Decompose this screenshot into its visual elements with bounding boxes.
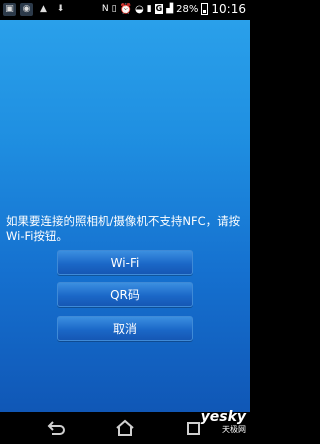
watermark-logo: yesky 天极网 [200,409,246,435]
nfc-icon: N [101,4,109,14]
clock: 10:16 [211,2,246,16]
back-icon[interactable] [44,417,68,439]
watermark-brand: yesky [200,409,246,425]
wifi-icon: ◒ [134,3,144,15]
status-bar: ▣ ◉ ▲ ⬇ N ▯ ⏰ ◒ ▮ G ▟ 28% 10:16 [0,0,250,20]
qr-code-button[interactable]: QR码 [57,282,193,307]
signal-icon: ▟ [166,4,174,14]
cancel-button[interactable]: 取消 [57,316,193,341]
android-icon: ▲ [40,4,47,14]
notification-icons: ▣ ◉ ▲ ⬇ [3,3,67,16]
home-icon[interactable] [113,417,137,439]
sync-icon: ◉ [20,3,33,16]
system-icons: N ▯ ⏰ ◒ ▮ G ▟ 28% 10:16 [102,2,246,16]
network-type-badge: G [154,4,164,14]
watermark-subtitle: 天极网 [222,425,246,434]
battery-percent: 28% [176,3,199,15]
nfc-message: 如果要连接的照相机/摄像机不支持NFC，请按Wi-Fi按钮。 [6,214,241,243]
download-icon: ⬇ [56,4,65,14]
screenshot-icon: ▣ [3,3,16,16]
wifi-button[interactable]: Wi-Fi [57,250,193,275]
sim-icon: ▮ [146,4,152,14]
battery-icon [201,3,209,15]
dialog-background: 如果要连接的照相机/摄像机不支持NFC，请按Wi-Fi按钮。 Wi-Fi QR码… [0,20,250,412]
vibrate-icon: ▯ [111,4,117,14]
alarm-icon: ⏰ [119,3,132,15]
